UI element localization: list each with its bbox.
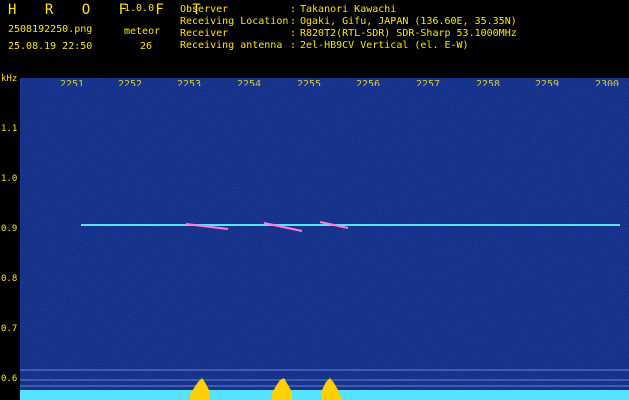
observer-label: Observer bbox=[180, 4, 229, 15]
meteor-label: meteor bbox=[124, 26, 161, 37]
colon: : bbox=[290, 16, 297, 27]
y-tick-label: 0.9 bbox=[1, 224, 18, 234]
antenna-label: Receiving antenna bbox=[180, 40, 283, 51]
metadata-panel: Observer : Takanori Kawachi Receiving Lo… bbox=[180, 4, 625, 52]
observer-value: Takanori Kawachi bbox=[300, 4, 397, 15]
location-row: Receiving Location : Ogaki, Gifu, JAPAN … bbox=[180, 16, 625, 28]
y-tick-label: 0.7 bbox=[1, 324, 18, 334]
y-axis-label: kHz bbox=[1, 74, 18, 84]
y-tick-label: 1.1 bbox=[1, 124, 18, 134]
meteor-count: 26 bbox=[140, 41, 153, 52]
colon: : bbox=[290, 4, 297, 15]
noise-texture bbox=[20, 86, 629, 400]
filename-text: 2508192250.png bbox=[8, 24, 93, 35]
y-tick-label: 0.8 bbox=[1, 274, 18, 284]
y-tick-label: 1.0 bbox=[1, 174, 18, 184]
location-value: Ogaki, Gifu, JAPAN (136.60E, 35.35N) bbox=[300, 16, 517, 27]
spectrogram-graphics bbox=[20, 86, 629, 400]
datetime-text: 25.08.19 22:50 bbox=[8, 41, 93, 52]
antenna-row: Receiving antenna : 2el-HB9CV Vertical (… bbox=[180, 40, 625, 52]
receiver-value: R820T2(RTL-SDR) SDR-Sharp 53.1000MHz bbox=[300, 28, 517, 39]
observer-row: Observer : Takanori Kawachi bbox=[180, 4, 625, 16]
location-label: Receiving Location bbox=[180, 16, 289, 27]
y-tick-label: 0.6 bbox=[1, 374, 18, 384]
bottom-strip bbox=[20, 393, 629, 400]
receiver-row: Receiver : R820T2(RTL-SDR) SDR-Sharp 53.… bbox=[180, 28, 625, 40]
antenna-value: 2el-HB9CV Vertical (el. E-W) bbox=[300, 40, 469, 51]
receiver-label: Receiver bbox=[180, 28, 229, 39]
header-panel: H R O F F T 1.0.0 2508192250.png 25.08.1… bbox=[0, 0, 629, 73]
colon: : bbox=[290, 40, 297, 51]
app-version: 1.0.0 bbox=[124, 3, 155, 14]
colon: : bbox=[290, 28, 297, 39]
